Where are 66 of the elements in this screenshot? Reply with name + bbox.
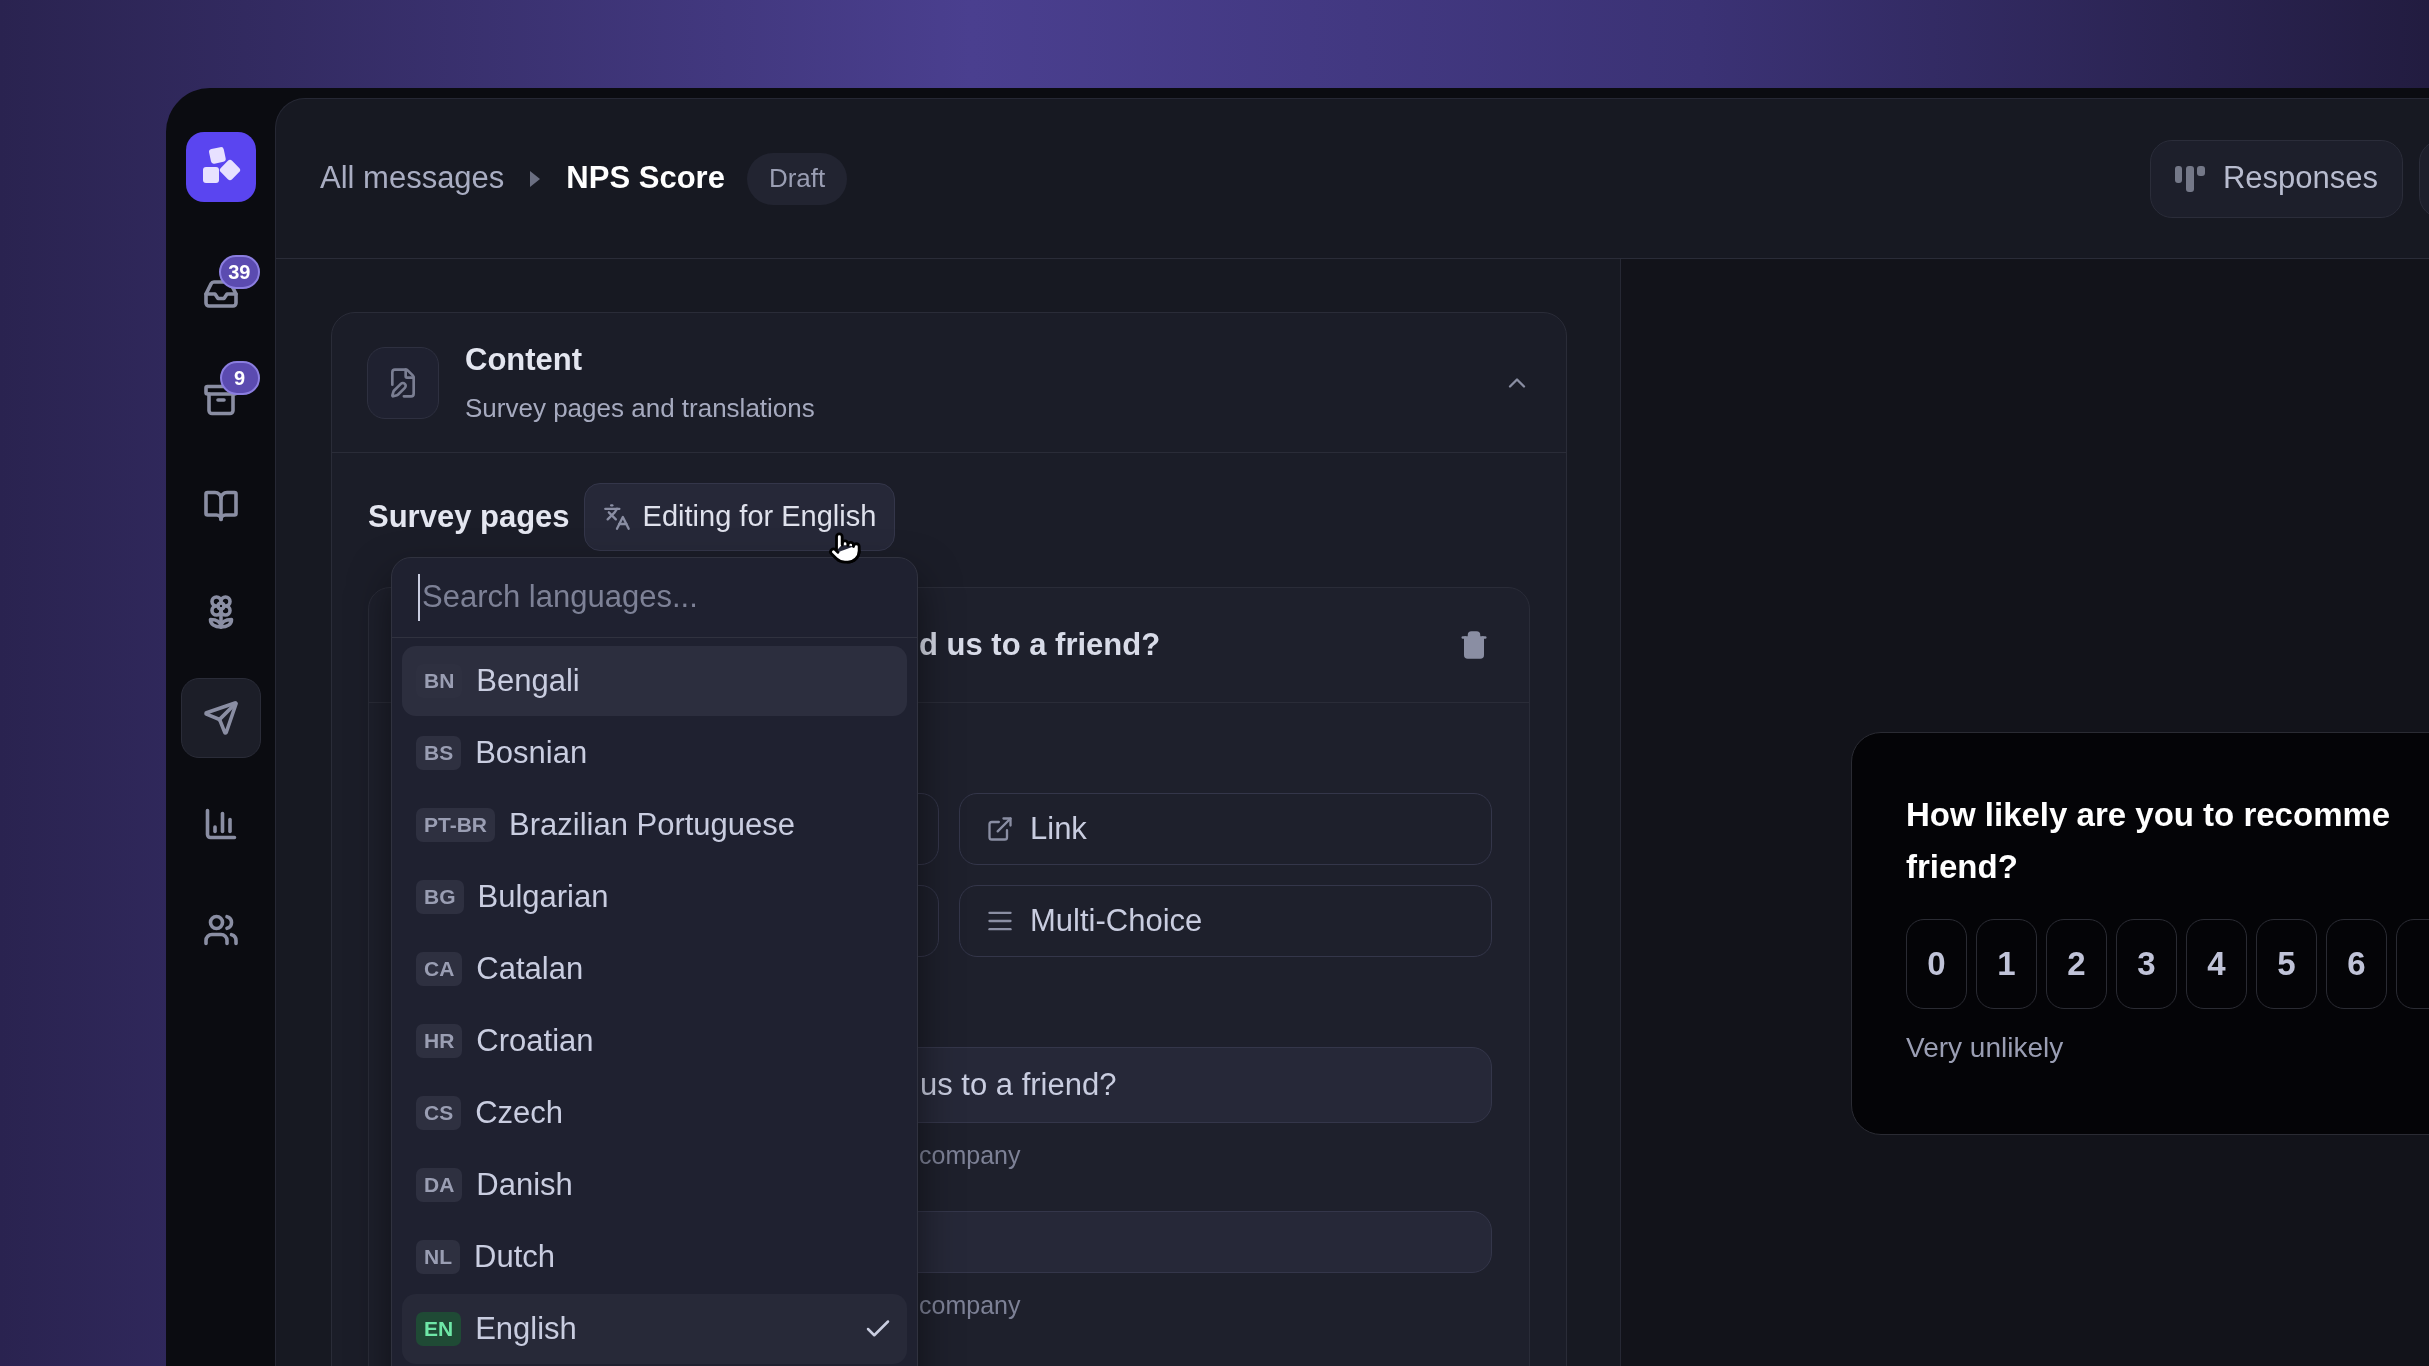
- language-code: CA: [416, 952, 463, 986]
- option-button[interactable]: Link: [959, 793, 1492, 865]
- scale-low-label: Very unlikely: [1906, 1031, 2065, 1065]
- scale-option[interactable]: 0: [1906, 919, 1967, 1009]
- language-code: PT-BR: [416, 808, 495, 842]
- translate-icon: [602, 503, 631, 531]
- sidebar-item[interactable]: [180, 678, 261, 758]
- language-option[interactable]: PT-BR Brazilian Portuguese: [402, 790, 907, 860]
- language-option[interactable]: DA Danish: [402, 1150, 907, 1220]
- field-hint: company: [918, 1289, 1022, 1321]
- language-name: Czech: [475, 1093, 564, 1132]
- language-option[interactable]: BS Bosnian: [402, 718, 907, 788]
- count-badge: 9: [219, 361, 260, 395]
- scale-option[interactable]: 5: [2256, 919, 2317, 1009]
- language-button[interactable]: Editing for English: [583, 483, 896, 551]
- scale-option[interactable]: 1: [1976, 919, 2037, 1009]
- search-field[interactable]: Search languages...: [418, 574, 891, 621]
- page-title: NPS Score: [566, 159, 725, 198]
- survey-pages-label: Survey pages: [368, 497, 570, 536]
- cursor-icon: [828, 531, 862, 565]
- sidebar-item[interactable]: 39: [180, 254, 261, 334]
- language-name: Bulgarian: [477, 877, 609, 916]
- language-name: Bengali: [476, 661, 580, 700]
- language-name: Catalan: [476, 949, 584, 988]
- language-option[interactable]: BG Bulgarian: [402, 862, 907, 932]
- language-code: HR: [416, 1024, 463, 1058]
- language-option[interactable]: BN Bengali: [402, 646, 907, 716]
- preview-question: How likely are you to recomme: [1906, 795, 2392, 835]
- language-code: CS: [416, 1096, 462, 1130]
- section-title: Content: [465, 340, 584, 379]
- language-name: Dutch: [474, 1237, 555, 1276]
- language-code: EN: [416, 1312, 462, 1346]
- field-hint: company: [918, 1140, 1022, 1171]
- scale-option[interactable]: 4: [2186, 919, 2247, 1009]
- language-code: BS: [416, 736, 462, 770]
- language-code: DA: [416, 1168, 463, 1202]
- sidebar-item[interactable]: 9: [180, 360, 261, 440]
- language-name: Croatian: [476, 1021, 594, 1060]
- count-badge: 39: [219, 255, 260, 289]
- trash-icon[interactable]: [1459, 630, 1489, 660]
- external-link-icon: [986, 815, 1014, 843]
- book-icon: [202, 488, 239, 524]
- question-title: d us to a friend?: [919, 625, 1161, 664]
- bars-icon: [2174, 164, 2205, 193]
- language-option[interactable]: NL Dutch: [402, 1222, 907, 1292]
- language-name: Bosnian: [475, 733, 588, 772]
- preview-question: friend?: [1906, 847, 2019, 887]
- section-subtitle: Survey pages and translations: [465, 392, 815, 426]
- language-name: English: [475, 1309, 577, 1348]
- language-option[interactable]: EN English: [402, 1294, 907, 1364]
- app-logo[interactable]: [185, 132, 256, 202]
- scale-option[interactable]: 3: [2116, 919, 2177, 1009]
- language-name: Brazilian Portuguese: [509, 805, 796, 844]
- paper-plane-icon: [202, 700, 239, 736]
- file-edit-icon: [367, 346, 439, 419]
- option-button[interactable]: Multi-Choice: [959, 885, 1492, 957]
- language-name: Danish: [476, 1165, 573, 1204]
- status-badge: Draft: [746, 152, 848, 205]
- scale-option[interactable]: 2: [2046, 919, 2107, 1009]
- language-option[interactable]: CA Catalan: [402, 934, 907, 1004]
- language-code: BG: [416, 880, 464, 914]
- responses-button[interactable]: Responses: [2149, 139, 2403, 218]
- breadcrumb-link[interactable]: All messages: [320, 155, 505, 202]
- language-code: NL: [416, 1240, 460, 1274]
- scale-option[interactable]: 6: [2326, 919, 2387, 1009]
- users-icon: [202, 912, 239, 948]
